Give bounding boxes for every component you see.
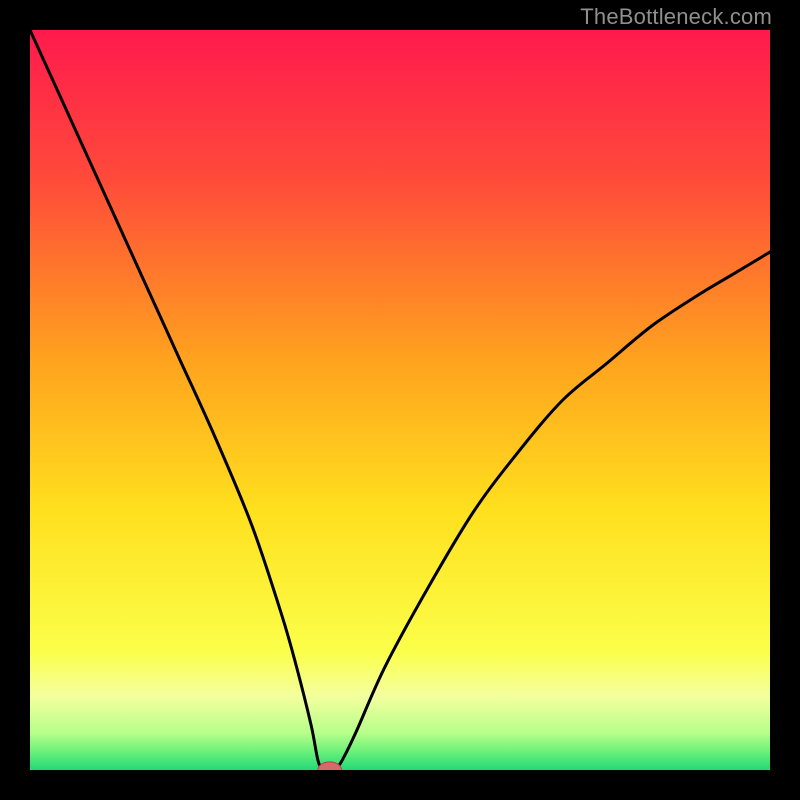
watermark-text: TheBottleneck.com — [580, 4, 772, 30]
plot-svg — [30, 30, 770, 770]
plot-area — [30, 30, 770, 770]
gradient-background — [30, 30, 770, 770]
chart-frame: TheBottleneck.com — [0, 0, 800, 800]
